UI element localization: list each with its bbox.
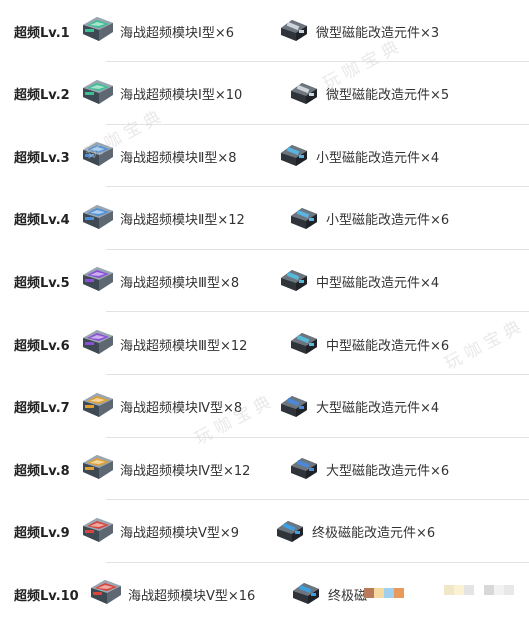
module-item: 海战超频模块Ⅱ型×8 — [80, 125, 237, 187]
overclock-module-icon — [80, 77, 116, 111]
magnetic-component-icon — [286, 327, 322, 361]
level-label: 超频Lv.3 — [14, 150, 70, 166]
component-requirement: 小型磁能改造元件×4 — [316, 150, 440, 166]
level-row: 超频Lv.4 海战超频模块Ⅱ型×12 小型磁能改造元件×6 — [0, 188, 529, 250]
level-label: 超频Lv.8 — [14, 463, 70, 479]
overclock-module-icon — [80, 139, 116, 173]
overclock-module-icon — [80, 14, 116, 48]
module-item: 海战超频模块Ⅲ型×12 — [80, 313, 247, 375]
module-requirement: 海战超频模块Ⅰ型×10 — [120, 88, 243, 104]
magnetic-component-icon — [286, 202, 322, 236]
module-requirement: 海战超频模块Ⅲ型×12 — [120, 338, 248, 354]
module-requirement: 海战超频模块Ⅱ型×12 — [120, 213, 245, 229]
component-requirement: 微型磁能改造元件×3 — [316, 25, 440, 41]
level-row: 超频Lv.9 海战超频模块Ⅴ型×9 终极磁能改造元件×6 — [0, 501, 529, 563]
level-label: 超频Lv.5 — [14, 275, 70, 291]
magnetic-component-icon — [276, 14, 312, 48]
component-item: 终极磁 — [288, 563, 367, 625]
level-label: 超频Lv.4 — [14, 213, 70, 229]
component-item: 终极磁能改造元件×6 — [272, 501, 435, 563]
magnetic-component-icon — [286, 452, 322, 486]
module-item: 海战超频模块Ⅰ型×6 — [80, 0, 234, 62]
mosaic-censor — [364, 588, 404, 598]
level-label: 超频Lv.2 — [14, 88, 70, 104]
overclock-module-icon — [80, 202, 116, 236]
module-item: 海战超频模块Ⅳ型×8 — [80, 376, 242, 438]
module-item: 海战超频模块Ⅳ型×12 — [80, 438, 250, 500]
overclock-module-icon — [80, 452, 116, 486]
magnetic-component-icon — [286, 77, 322, 111]
component-item: 中型磁能改造元件×6 — [286, 313, 449, 375]
magnetic-component-icon — [276, 390, 312, 424]
level-row: 超频Lv.3 海战超频模块Ⅱ型×8 小型磁能改造元件×4 — [0, 125, 529, 188]
component-requirement: 大型磁能改造元件×4 — [316, 401, 440, 417]
level-row: 超频Lv.6 海战超频模块Ⅲ型×12 中型磁能改造元件×6 — [0, 313, 529, 375]
overclock-module-icon — [80, 264, 116, 298]
module-item: 海战超频模块Ⅱ型×12 — [80, 188, 245, 250]
module-item: 海战超频模块Ⅴ型×9 — [80, 501, 239, 563]
component-item: 微型磁能改造元件×3 — [276, 0, 439, 62]
magnetic-component-icon — [272, 515, 308, 549]
overclock-module-icon — [80, 390, 116, 424]
component-item: 中型磁能改造元件×4 — [276, 250, 439, 312]
module-item: 海战超频模块Ⅰ型×10 — [80, 63, 242, 125]
level-row: 超频Lv.8 海战超频模块Ⅳ型×12 大型磁能改造元件×6 — [0, 438, 529, 501]
level-row: 超频Lv.7 海战超频模块Ⅳ型×8 大型磁能改造元件×4 — [0, 376, 529, 438]
level-row: 超频Lv.2 海战超频模块Ⅰ型×10 微型磁能改造元件×5 — [0, 63, 529, 125]
module-requirement: 海战超频模块Ⅰ型×6 — [120, 25, 234, 41]
level-label: 超频Lv.9 — [14, 526, 70, 542]
magnetic-component-icon — [288, 577, 324, 611]
component-requirement: 中型磁能改造元件×6 — [326, 338, 450, 354]
module-requirement: 海战超频模块Ⅴ型×9 — [120, 526, 240, 542]
component-requirement: 微型磁能改造元件×5 — [326, 88, 450, 104]
magnetic-component-icon — [276, 264, 312, 298]
module-requirement: 海战超频模块Ⅴ型×16 — [128, 588, 256, 604]
level-label: 超频Lv.7 — [14, 401, 70, 417]
component-requirement: 大型磁能改造元件×6 — [326, 463, 450, 479]
level-row: 超频Lv.5 海战超频模块Ⅲ型×8 中型磁能改造元件×4 — [0, 250, 529, 313]
mosaic-censor — [444, 585, 524, 595]
component-item: 小型磁能改造元件×4 — [276, 125, 439, 187]
component-item: 微型磁能改造元件×5 — [286, 63, 449, 125]
overclock-module-icon — [80, 327, 116, 361]
level-label: 超频Lv.1 — [14, 25, 70, 41]
level-label: 超频Lv.6 — [14, 338, 70, 354]
module-requirement: 海战超频模块Ⅲ型×8 — [120, 275, 240, 291]
component-requirement: 终极磁能改造元件×6 — [312, 526, 436, 542]
component-item: 小型磁能改造元件×6 — [286, 188, 449, 250]
magnetic-component-icon — [276, 139, 312, 173]
overclock-module-icon — [80, 515, 116, 549]
overclock-module-icon — [88, 577, 124, 611]
component-requirement: 终极磁 — [328, 588, 368, 604]
module-item: 海战超频模块Ⅲ型×8 — [80, 250, 239, 312]
level-label: 超频Lv.10 — [14, 588, 79, 604]
module-item: 海战超频模块Ⅴ型×16 — [88, 563, 255, 625]
component-item: 大型磁能改造元件×4 — [276, 376, 439, 438]
level-row: 超频Lv.1 海战超频模块Ⅰ型×6 微型磁能改造元件×3 — [0, 0, 529, 62]
module-requirement: 海战超频模块Ⅳ型×8 — [120, 401, 243, 417]
component-requirement: 中型磁能改造元件×4 — [316, 275, 440, 291]
component-item: 大型磁能改造元件×6 — [286, 438, 449, 500]
component-requirement: 小型磁能改造元件×6 — [326, 213, 450, 229]
module-requirement: 海战超频模块Ⅳ型×12 — [120, 463, 251, 479]
module-requirement: 海战超频模块Ⅱ型×8 — [120, 150, 237, 166]
